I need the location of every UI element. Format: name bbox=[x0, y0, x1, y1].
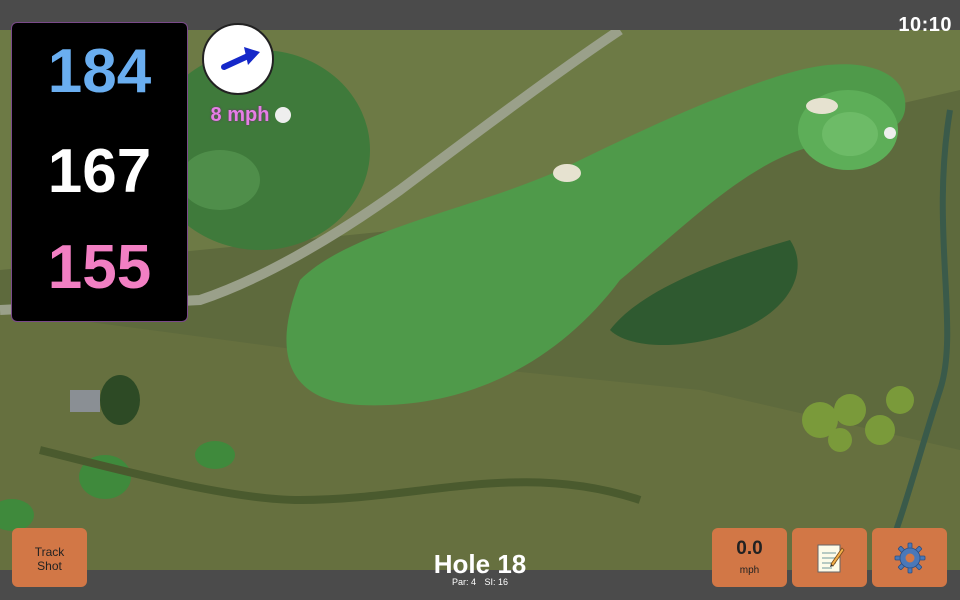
notepad-icon bbox=[817, 544, 845, 572]
track-shot-button[interactable]: Track Shot bbox=[12, 528, 87, 587]
speed-value: 0.0 bbox=[736, 538, 763, 559]
track-shot-line2: Shot bbox=[37, 559, 62, 573]
speed-button[interactable]: 0.0 mph bbox=[712, 528, 787, 587]
gear-icon bbox=[894, 542, 925, 573]
clock-time: 10:10 bbox=[898, 14, 952, 36]
distance-back: 184 bbox=[47, 37, 152, 106]
hole-info: Par: 4 SI: 16 bbox=[380, 577, 580, 587]
notes-button[interactable] bbox=[792, 528, 867, 587]
wind-speed-label: 8 mph bbox=[210, 104, 270, 126]
hole-title: Hole 18 bbox=[433, 549, 527, 579]
hole-stroke-index: SI: 16 bbox=[484, 577, 509, 587]
speed-unit: mph bbox=[739, 565, 760, 576]
distance-middle: 167 bbox=[47, 137, 152, 206]
bunker-green bbox=[806, 98, 838, 114]
distance-front: 155 bbox=[47, 233, 152, 302]
bunker-fairway bbox=[553, 164, 581, 182]
tee-box-2 bbox=[195, 441, 235, 469]
clubhouse bbox=[70, 390, 100, 412]
wind-indicator bbox=[202, 23, 274, 95]
settings-button[interactable] bbox=[872, 528, 947, 587]
hole-par: Par: 4 bbox=[451, 577, 476, 587]
wind-direction-arrow-icon bbox=[221, 47, 260, 70]
distance-panel: 184 167 155 bbox=[11, 22, 188, 322]
bunker-small bbox=[884, 127, 896, 139]
track-shot-line1: Track bbox=[34, 545, 65, 559]
